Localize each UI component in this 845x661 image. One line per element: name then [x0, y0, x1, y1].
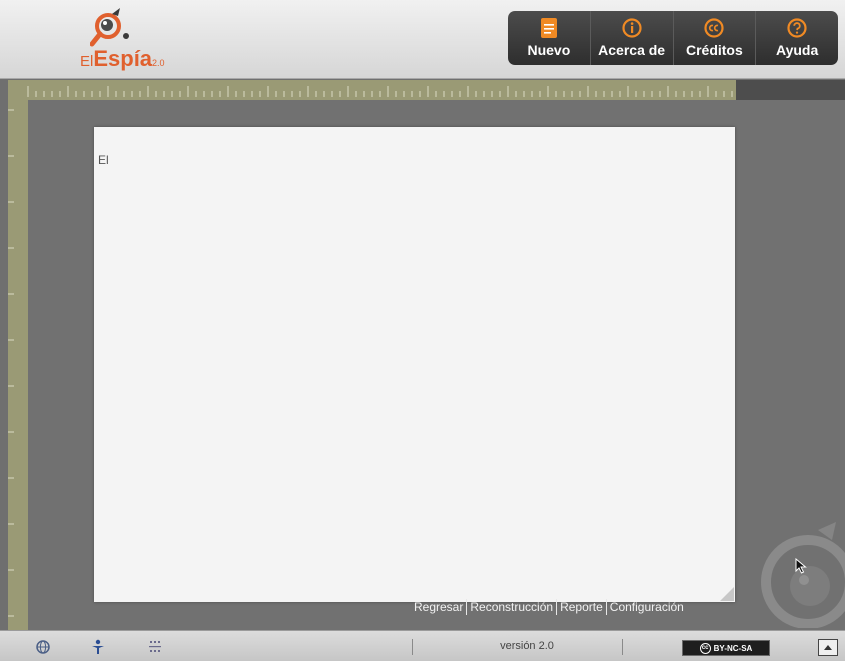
nuevo-button[interactable]: Nuevo	[508, 11, 591, 65]
creditos-button[interactable]: Créditos	[674, 11, 757, 65]
info-icon	[622, 18, 642, 38]
top-bar: ElEspía2.0 Nuevo Acerca de Créditos Ayud…	[0, 0, 845, 79]
horizontal-ruler	[8, 80, 736, 100]
app-logo: ElEspía2.0	[80, 6, 200, 72]
link-divider	[466, 599, 468, 615]
license-label: BY-NC-SA	[713, 643, 753, 653]
status-bar: versión 2.0 cc BY-NC-SA	[0, 630, 845, 661]
acerca-de-button[interactable]: Acerca de	[591, 11, 674, 65]
document-text[interactable]: El	[98, 153, 109, 167]
ayuda-button[interactable]: Ayuda	[756, 11, 838, 65]
acerca-de-label: Acerca de	[598, 42, 666, 58]
help-icon	[787, 18, 807, 38]
nuevo-label: Nuevo	[527, 42, 571, 58]
app-title-version: 2.0	[152, 58, 165, 68]
link-divider	[605, 599, 607, 615]
status-divider	[622, 639, 623, 655]
resize-handle-icon[interactable]	[720, 587, 734, 601]
figure-icon[interactable]	[90, 639, 106, 655]
mouse-pointer-icon	[795, 558, 807, 574]
cc-icon: cc	[699, 642, 711, 654]
ayuda-label: Ayuda	[775, 42, 819, 58]
license-badge[interactable]: cc BY-NC-SA	[682, 640, 770, 656]
creative-commons-icon	[704, 18, 724, 38]
creditos-label: Créditos	[685, 42, 743, 58]
collapse-button[interactable]	[818, 639, 838, 656]
grid-icon[interactable]	[147, 639, 163, 655]
reconstruccion-link[interactable]: Reconstrucción	[470, 600, 553, 614]
vertical-ruler	[8, 100, 28, 630]
globe-icon[interactable]	[35, 639, 51, 655]
main-menu: Nuevo Acerca de Créditos Ayuda	[508, 11, 838, 65]
bottom-navigation: Regresar Reconstrucción Reporte Configur…	[414, 599, 684, 615]
document-icon	[539, 18, 559, 38]
app-title-prefix: El	[80, 53, 94, 70]
chevron-up-icon	[824, 645, 832, 650]
status-divider	[412, 639, 413, 655]
reporte-link[interactable]: Reporte	[560, 600, 603, 614]
link-divider	[556, 599, 558, 615]
spy-mascot-watermark-icon	[761, 522, 845, 628]
ruler-end-panel	[736, 80, 845, 100]
app-title: ElEspía2.0	[80, 46, 165, 72]
app-title-name: Espía	[93, 46, 153, 71]
configuracion-link[interactable]: Configuración	[610, 600, 684, 614]
document-page[interactable]: El	[94, 127, 735, 602]
regresar-link[interactable]: Regresar	[414, 600, 463, 614]
version-label: versión 2.0	[500, 640, 554, 652]
